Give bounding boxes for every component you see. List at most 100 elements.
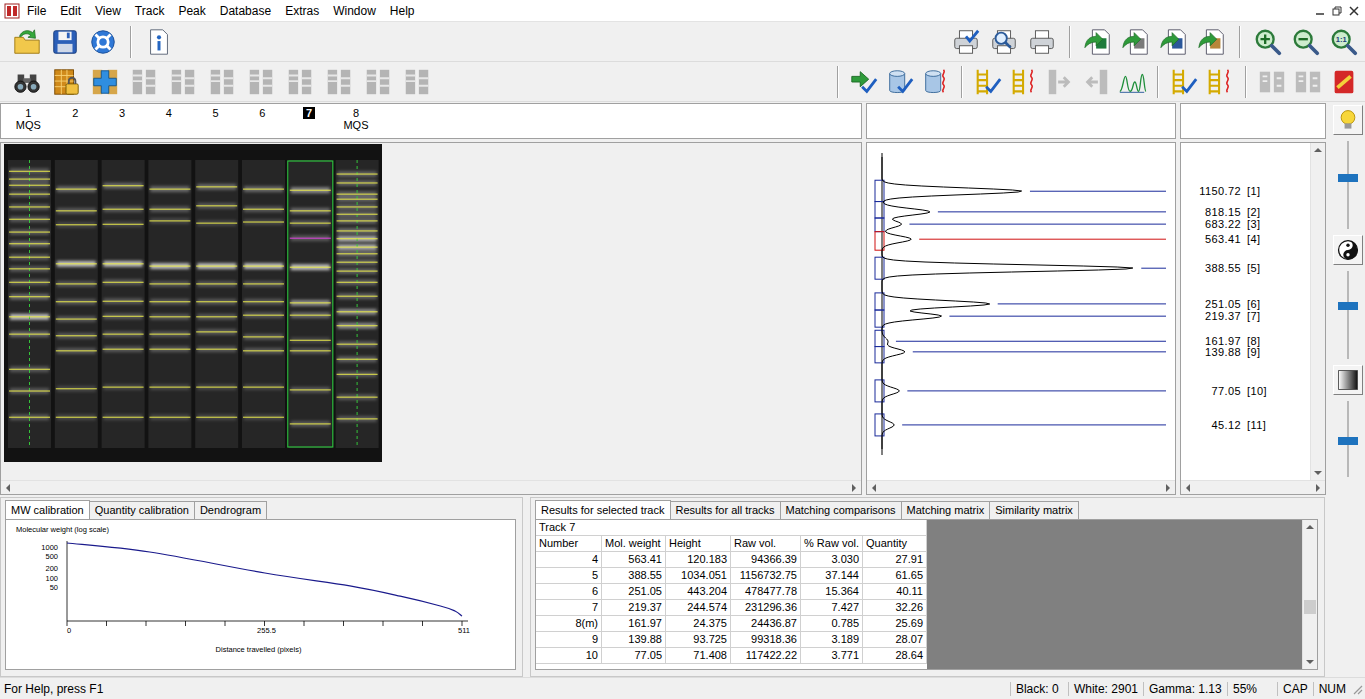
save-button[interactable] bbox=[48, 25, 82, 59]
band-marker[interactable] bbox=[290, 210, 331, 211]
close-icon[interactable] bbox=[1349, 6, 1359, 16]
band-marker[interactable] bbox=[56, 319, 97, 320]
band-marker[interactable] bbox=[56, 335, 97, 336]
band-marker[interactable] bbox=[103, 334, 144, 335]
band-marker[interactable] bbox=[196, 186, 237, 187]
band-marker[interactable] bbox=[9, 194, 50, 195]
band-marker[interactable] bbox=[103, 263, 144, 264]
band-marker[interactable] bbox=[9, 243, 50, 244]
table-cell[interactable]: 219.37 bbox=[602, 600, 666, 616]
band-marker[interactable] bbox=[56, 417, 97, 418]
table-cell[interactable]: 99318.36 bbox=[731, 632, 801, 648]
band-marker[interactable] bbox=[9, 369, 50, 370]
lane-header-cell[interactable]: 3 bbox=[99, 104, 146, 138]
lane-button[interactable] bbox=[127, 65, 161, 99]
preview-button[interactable] bbox=[987, 25, 1021, 59]
ladder-button[interactable] bbox=[1203, 65, 1237, 99]
print-button[interactable] bbox=[1025, 25, 1059, 59]
lane-button[interactable] bbox=[400, 65, 434, 99]
band-marker[interactable] bbox=[337, 282, 378, 283]
band-marker[interactable] bbox=[103, 417, 144, 418]
band-marker[interactable] bbox=[149, 266, 190, 267]
table-cell[interactable]: 388.55 bbox=[602, 568, 666, 584]
band-marker[interactable] bbox=[337, 238, 378, 239]
peak-label[interactable]: 139.88[9] bbox=[1189, 346, 1260, 359]
horizontal-scrollbar[interactable] bbox=[1181, 480, 1325, 494]
table-cell[interactable]: 40.11 bbox=[863, 584, 927, 600]
gel-lane[interactable] bbox=[8, 160, 51, 448]
lane-number[interactable]: 7 bbox=[303, 107, 315, 119]
table-cell[interactable]: 443.204 bbox=[666, 584, 731, 600]
lane-number[interactable]: 5 bbox=[210, 107, 222, 119]
gradient-button[interactable] bbox=[1333, 365, 1363, 395]
profile-peak[interactable] bbox=[875, 218, 1166, 232]
table-cell[interactable]: 3.030 bbox=[801, 552, 863, 568]
peak-label[interactable]: 251.05[6] bbox=[1189, 298, 1260, 311]
table-cell[interactable]: 231296.36 bbox=[731, 600, 801, 616]
band-marker[interactable] bbox=[243, 417, 284, 418]
table-cell[interactable]: 563.41 bbox=[602, 552, 666, 568]
band-marker[interactable] bbox=[149, 220, 190, 221]
band-marker[interactable] bbox=[103, 301, 144, 302]
table-cell[interactable]: 94366.39 bbox=[731, 552, 801, 568]
band-marker[interactable] bbox=[9, 268, 50, 269]
band-marker[interactable] bbox=[149, 334, 190, 335]
band-marker[interactable] bbox=[243, 336, 284, 337]
peak-label[interactable]: 388.55[5] bbox=[1189, 262, 1260, 275]
merge-button[interactable] bbox=[1043, 65, 1077, 99]
band-marker[interactable] bbox=[9, 391, 50, 392]
vertical-slider[interactable] bbox=[1333, 141, 1363, 229]
band-marker[interactable] bbox=[196, 331, 237, 332]
lane-header-cell[interactable]: 2 bbox=[52, 104, 99, 138]
dbcheck-button[interactable] bbox=[883, 65, 917, 99]
band-marker[interactable] bbox=[337, 206, 378, 207]
band-marker[interactable] bbox=[290, 340, 331, 341]
column-header[interactable]: Quantity bbox=[863, 536, 927, 552]
band-marker[interactable] bbox=[290, 350, 331, 351]
scroll-right-button[interactable] bbox=[1161, 481, 1175, 495]
column-header[interactable]: Number bbox=[536, 536, 602, 552]
lane-number[interactable]: 6 bbox=[256, 107, 268, 119]
slider-thumb[interactable] bbox=[1338, 174, 1358, 182]
band-marker[interactable] bbox=[337, 247, 378, 248]
slider-thumb[interactable] bbox=[1338, 437, 1358, 445]
lane-header-cell[interactable]: 8MQS bbox=[333, 104, 380, 138]
tab[interactable]: Similarity matrix bbox=[989, 501, 1079, 519]
band-marker[interactable] bbox=[337, 325, 378, 326]
tab[interactable]: Results for all tracks bbox=[670, 501, 781, 519]
slider-track[interactable] bbox=[1337, 271, 1359, 359]
table-cell[interactable]: 251.05 bbox=[602, 584, 666, 600]
table-cell[interactable]: 28.64 bbox=[863, 648, 927, 664]
contrast-button[interactable] bbox=[1333, 235, 1363, 265]
table-cell[interactable]: 7.427 bbox=[801, 600, 863, 616]
ladder-button[interactable] bbox=[1007, 65, 1041, 99]
band-marker[interactable] bbox=[9, 179, 50, 180]
scroll-down-button[interactable] bbox=[1303, 655, 1317, 669]
horizontal-scrollbar[interactable] bbox=[1, 480, 861, 494]
band-marker[interactable] bbox=[149, 301, 190, 302]
band-marker[interactable] bbox=[9, 296, 50, 297]
band-marker[interactable] bbox=[243, 283, 284, 284]
lane-header-cell[interactable]: 6 bbox=[239, 104, 286, 138]
gel-lane[interactable] bbox=[195, 160, 238, 448]
tab[interactable]: MW calibration bbox=[5, 500, 90, 519]
band-marker[interactable] bbox=[196, 301, 237, 302]
band-marker[interactable] bbox=[9, 334, 50, 335]
table-cell[interactable]: 10 bbox=[536, 648, 602, 664]
band-marker[interactable] bbox=[337, 418, 378, 419]
table-cell[interactable]: 1156732.75 bbox=[731, 568, 801, 584]
band-marker[interactable] bbox=[243, 266, 284, 267]
clipboard-button[interactable] bbox=[1195, 25, 1229, 59]
band-marker[interactable] bbox=[337, 296, 378, 297]
scroll-track[interactable] bbox=[1311, 157, 1325, 466]
table-cell[interactable]: 161.97 bbox=[602, 616, 666, 632]
scroll-track[interactable] bbox=[1303, 534, 1317, 655]
scroll-left-button[interactable] bbox=[1181, 481, 1195, 495]
zoomfit-button[interactable]: 1:1 bbox=[1327, 25, 1361, 59]
band-marker[interactable] bbox=[243, 301, 284, 302]
band-marker[interactable] bbox=[337, 230, 378, 231]
band-marker[interactable] bbox=[337, 194, 378, 195]
match-button[interactable] bbox=[1255, 65, 1289, 99]
band-marker[interactable] bbox=[149, 209, 190, 210]
gel-lane[interactable] bbox=[102, 160, 145, 448]
